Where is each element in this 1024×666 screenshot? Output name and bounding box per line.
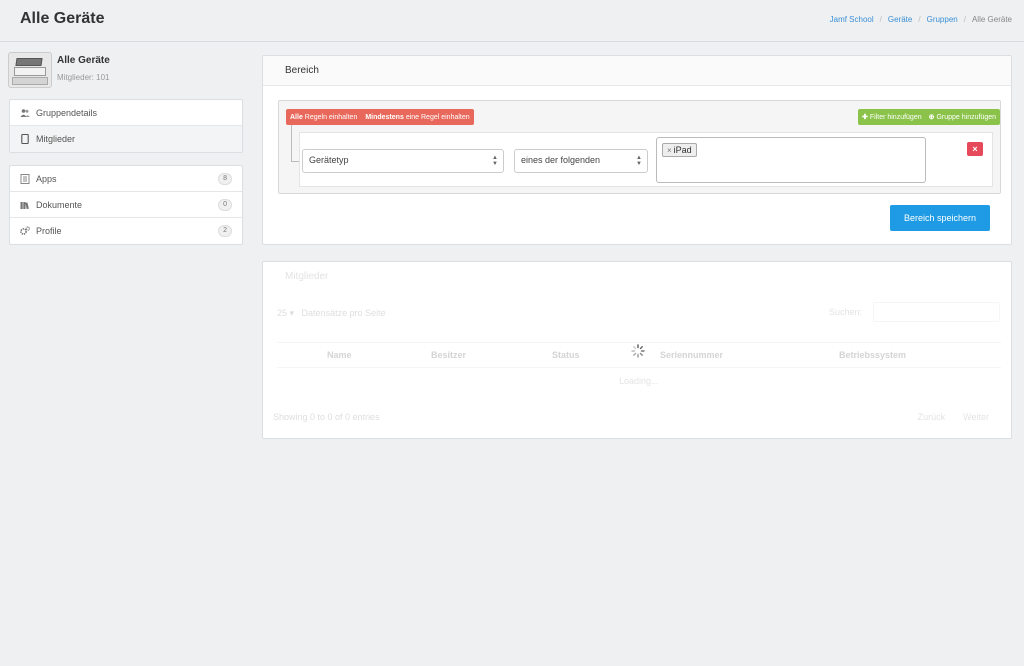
breadcrumb-current: Alle Geräte: [971, 15, 1012, 24]
plus-icon: ✚: [862, 114, 868, 121]
count-badge: 0: [218, 198, 232, 211]
remove-rule-button[interactable]: ×: [967, 142, 983, 156]
search-label: Suchen:: [829, 307, 863, 317]
condition-any-option[interactable]: Mindestens eine Regel einhalten: [365, 114, 469, 121]
field-select[interactable]: Gerätetyp ▲ ▼: [302, 149, 504, 173]
sidebar-item-label: Profile: [36, 226, 62, 236]
save-bereich-button[interactable]: Bereich speichern: [890, 205, 990, 231]
apps-icon: [20, 173, 30, 184]
sidebar-item-mitglieder[interactable]: Mitglieder: [10, 126, 242, 152]
search-input[interactable]: [873, 302, 1000, 322]
breadcrumb-separator: /: [918, 15, 921, 24]
sidebar-item-gruppendetails[interactable]: Gruppendetails: [10, 100, 242, 126]
sidebar-item-label: Dokumente: [36, 199, 83, 210]
prev-page-button[interactable]: Zurück: [918, 412, 946, 422]
select-arrows-icon: ▲ ▼: [636, 155, 642, 167]
add-filter-button[interactable]: ✚ Filter hinzufügen: [862, 113, 922, 121]
column-betriebssystem[interactable]: Betriebssystem: [839, 350, 906, 360]
page-length-select[interactable]: 25 ▾ Datensätze pro Seite: [277, 308, 386, 319]
table-info: Showing 0 to 0 of 0 entries: [273, 412, 380, 422]
breadcrumb-geraete[interactable]: Geräte: [888, 15, 912, 24]
condition-toggle: Alle Regeln einhalten Mindestens eine Re…: [286, 109, 474, 125]
rule-row: Gerätetyp ▲ ▼ eines der folgenden ▲ ▼ × iPa…: [299, 132, 993, 187]
page-title: Alle Geräte: [20, 10, 105, 27]
sidebar-item-profile[interactable]: Profile 2: [10, 218, 242, 244]
operator-select[interactable]: eines der folgenden ▲ ▼: [514, 149, 648, 173]
gears-icon: [20, 226, 31, 236]
group-card: Alle Geräte Mitglieder: 101: [8, 52, 244, 90]
breadcrumb: Jamf School / Geräte / Gruppen / Alle Ge…: [830, 15, 1012, 24]
tag-remove-icon[interactable]: ×: [667, 146, 672, 155]
breadcrumb-separator: /: [963, 15, 966, 24]
group-content-menu: Apps 8 Dokumente 0 Profile 2: [9, 165, 243, 245]
books-icon: [20, 200, 30, 210]
count-badge: 8: [218, 172, 232, 185]
next-page-button[interactable]: Weiter: [963, 412, 989, 422]
members-panel-title: Mitglieder: [285, 271, 329, 282]
sidebar-item-dokumente[interactable]: Dokumente 0: [10, 192, 242, 218]
breadcrumb-jamf-school[interactable]: Jamf School: [830, 15, 874, 24]
add-buttons: ✚ Filter hinzufügen ⊕ Gruppe hinzufügen: [858, 109, 1000, 125]
plus-circle-icon: ⊕: [928, 114, 935, 121]
bereich-panel: Bereich Alle Regeln einhalten Mindestens…: [262, 55, 1012, 245]
column-besitzer[interactable]: Besitzer: [431, 350, 466, 360]
sidebar-item-label: Mitglieder: [36, 134, 76, 144]
count-badge: 2: [218, 225, 232, 237]
page-header: Alle Geräte Jamf School / Geräte / Grupp…: [0, 0, 1024, 42]
sidebar-item-label: Gruppendetails: [36, 107, 98, 118]
column-name[interactable]: Name: [327, 350, 352, 360]
tablet-icon: [20, 133, 30, 145]
value-tag-input[interactable]: × iPad: [656, 137, 926, 183]
add-group-button[interactable]: ⊕ Gruppe hinzufügen: [929, 113, 996, 121]
sidebar-item-label: Apps: [36, 173, 57, 184]
value-tag: × iPad: [662, 143, 697, 157]
column-status[interactable]: Status: [552, 350, 580, 360]
sidebar-item-apps[interactable]: Apps 8: [10, 166, 242, 192]
breadcrumb-separator: /: [879, 15, 882, 24]
column-seriennummer[interactable]: Seriennummer: [660, 350, 723, 360]
group-member-count: Mitglieder: 101: [57, 73, 110, 82]
pagination: Zurück Weiter: [918, 412, 989, 422]
bereich-panel-title: Bereich: [263, 56, 1011, 86]
condition-all-option[interactable]: Alle Regeln einhalten: [290, 114, 357, 121]
loading-text: Loading...: [619, 376, 659, 386]
group-nav-menu: Gruppendetails Mitglieder: [9, 99, 243, 153]
users-icon: [20, 108, 30, 118]
devices-group-icon: [8, 52, 52, 88]
group-name: Alle Geräte: [57, 55, 110, 66]
select-arrows-icon: ▲ ▼: [492, 155, 498, 167]
rule-builder: Alle Regeln einhalten Mindestens eine Re…: [278, 100, 1001, 194]
breadcrumb-gruppen[interactable]: Gruppen: [927, 15, 958, 24]
loading-spinner-icon: [631, 344, 645, 358]
